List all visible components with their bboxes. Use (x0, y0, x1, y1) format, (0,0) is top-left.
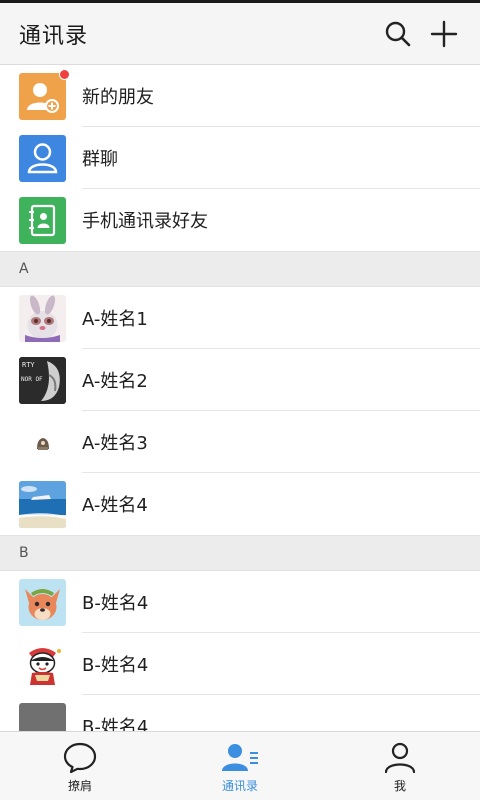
app-header: 通讯录 (0, 3, 480, 65)
contact-name: B-姓名4 (82, 593, 149, 614)
page-title: 通讯录 (19, 23, 89, 49)
tab-label: 通讯录 (221, 779, 258, 793)
contact-name: B-姓名4 (82, 717, 149, 731)
group-chat-icon (19, 134, 66, 182)
phone-contacts-icon (19, 196, 66, 244)
section-header-b: B (0, 535, 480, 571)
bottom-tab-bar: 撩肩 通讯录 我 (0, 731, 480, 800)
contact-name: A-姓名3 (82, 433, 148, 454)
avatar-caption: NOR OF (21, 376, 43, 383)
avatar (19, 294, 66, 342)
tab-contacts[interactable]: 通讯录 (160, 732, 320, 800)
new-friends-item[interactable]: 新的朋友 (0, 65, 480, 127)
avatar (19, 578, 66, 626)
avatar (19, 480, 66, 528)
contact-name: A-姓名1 (82, 309, 148, 330)
contact-name: B-姓名4 (82, 655, 149, 676)
group-chat-item[interactable]: 群聊 (0, 127, 480, 189)
new-friend-icon (19, 68, 70, 120)
contacts-icon (222, 744, 258, 771)
contact-row[interactable]: A-姓名4 (0, 473, 480, 535)
contact-name: A-姓名4 (82, 495, 148, 516)
unread-badge (59, 68, 70, 80)
phone-contacts-item[interactable]: 手机通讯录好友 (0, 189, 480, 251)
avatar (19, 702, 66, 731)
add-button[interactable] (426, 16, 462, 52)
tab-label: 我 (393, 779, 406, 793)
feature-label: 手机通讯录好友 (82, 211, 208, 232)
avatar (19, 418, 66, 466)
contact-row[interactable]: B-姓名4 (0, 571, 480, 633)
contact-row[interactable]: B-姓名4 (0, 695, 480, 731)
contact-row[interactable]: A-姓名1 (0, 287, 480, 349)
tab-me[interactable]: 我 (320, 732, 480, 800)
contact-row[interactable]: RTY NOR OF A-姓名2 (0, 349, 480, 411)
feature-label: 新的朋友 (82, 87, 154, 108)
profile-icon (384, 742, 416, 774)
contact-list[interactable]: 新的朋友 群聊 手机通讯录好友 A A-姓名1 RTY NOR OF A-姓名2… (0, 65, 480, 731)
avatar: RTY NOR OF (19, 356, 66, 404)
feature-label: 群聊 (82, 149, 118, 170)
contact-row[interactable]: B-姓名4 (0, 633, 480, 695)
contact-row[interactable]: A-姓名3 (0, 411, 480, 473)
chat-bubble-icon (63, 742, 97, 774)
search-icon (385, 21, 411, 46)
plus-icon (430, 20, 458, 47)
search-button[interactable] (380, 16, 416, 52)
avatar-caption: RTY (22, 361, 35, 369)
section-header-a: A (0, 251, 480, 287)
avatar (19, 640, 66, 688)
tab-label: 撩肩 (67, 779, 92, 793)
contact-name: A-姓名2 (82, 371, 148, 392)
tab-chats[interactable]: 撩肩 (0, 732, 160, 800)
